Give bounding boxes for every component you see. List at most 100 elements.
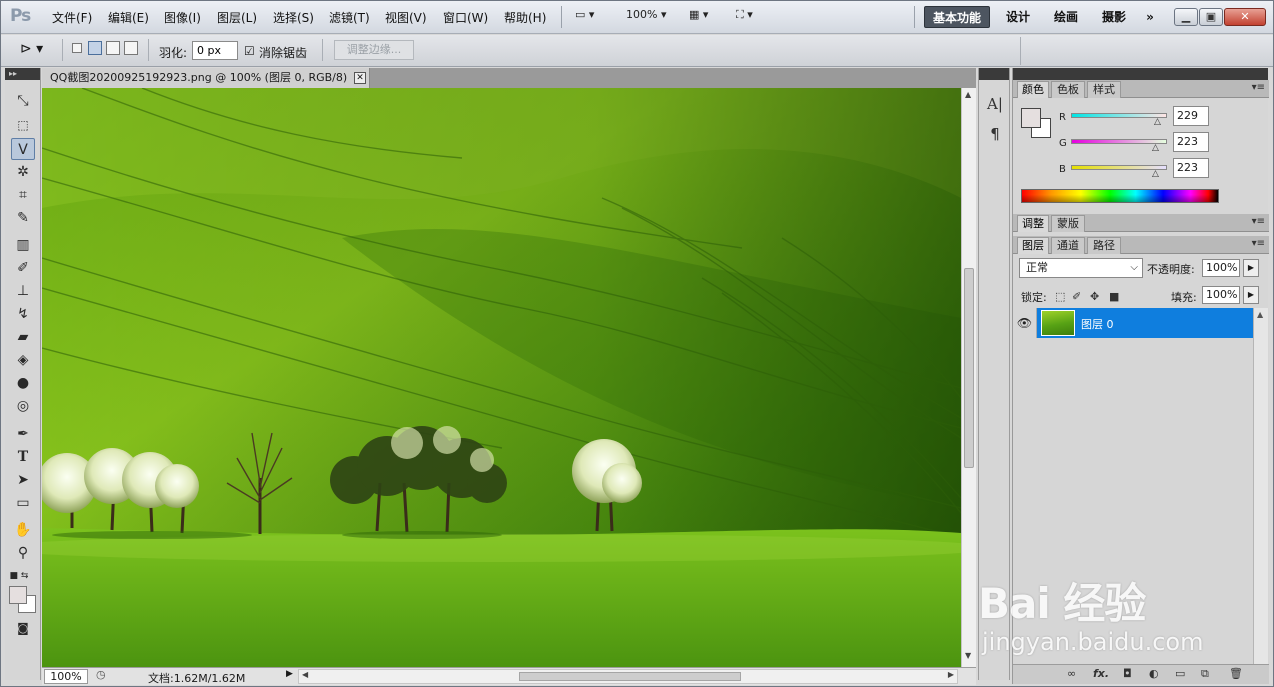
panel-menu-icon[interactable]: ▾≡ [1252,216,1265,227]
tab-channels[interactable]: 通道 [1051,237,1085,254]
tool-preset-picker-icon[interactable]: ⊳ ▾ [20,41,43,57]
screen-mode-button[interactable]: ▭ ▾ [575,8,594,21]
close-document-icon[interactable]: ✕ [354,72,366,84]
panel-menu-icon[interactable]: ▾≡ [1252,82,1265,93]
channel-r-knob-icon[interactable]: △ [1154,117,1161,127]
subtract-from-selection-icon[interactable] [106,41,120,55]
close-window-icon[interactable]: ✕ [1224,8,1266,26]
channel-b-knob-icon[interactable]: △ [1152,169,1159,179]
pen-tool-icon[interactable]: ✒ [11,423,35,445]
fill-field[interactable]: 100% [1202,286,1240,304]
channel-g-value[interactable]: 223 [1173,132,1209,152]
group-icon[interactable]: ▭ [1175,667,1185,680]
menu-edit[interactable]: 编辑(E) [108,9,149,26]
refine-edge-button[interactable]: 调整边缘... [334,40,414,60]
blend-mode-select[interactable]: 正常 ⌵ [1019,258,1143,278]
status-clock-icon[interactable]: ◷ [96,668,106,681]
tab-masks[interactable]: 蒙版 [1051,215,1085,232]
trash-icon[interactable]: 🗑 [1229,667,1243,680]
new-layer-icon[interactable]: ⧉ [1201,667,1209,681]
paragraph-panel-icon[interactable]: ¶ [985,124,1005,144]
magic-wand-tool-icon[interactable]: ✲ [11,161,35,183]
document-tab[interactable]: QQ截图20200925192923.png @ 100% (图层 0, RGB… [42,68,370,88]
horizontal-scroll-thumb[interactable] [519,672,741,681]
channel-g-knob-icon[interactable]: △ [1152,143,1159,153]
dodge-tool-icon[interactable]: ◎ [11,395,35,417]
zoom-tool-icon[interactable]: ⚲ [11,542,35,564]
zoom-level-select[interactable]: 100% ▾ [626,8,666,21]
path-selection-tool-icon[interactable]: ➤ [11,469,35,491]
tab-styles[interactable]: 样式 [1087,81,1121,98]
blur-tool-icon[interactable]: ● [11,372,35,394]
status-menu-arrow-icon[interactable]: ▶ [286,669,293,679]
brush-tool-icon[interactable]: ✐ [11,257,35,279]
feather-input[interactable] [192,41,238,60]
history-brush-tool-icon[interactable]: ↯ [11,303,35,325]
layer-visibility-eye-icon[interactable]: 👁 [1013,308,1037,338]
tab-layers[interactable]: 图层 [1017,237,1049,254]
menu-image[interactable]: 图像(I) [164,9,201,26]
paint-bucket-tool-icon[interactable]: ◈ [11,349,35,371]
panel-menu-icon[interactable]: ▾≡ [1252,238,1265,249]
lock-position-icon[interactable]: ✥ [1090,290,1099,303]
healing-brush-tool-icon[interactable]: ▥ [11,234,35,256]
arrange-documents-button[interactable]: ▦ ▾ [689,8,708,21]
antialias-checkbox[interactable]: ☑ [244,44,255,58]
menu-file[interactable]: 文件(F) [52,9,92,26]
eyedropper-tool-icon[interactable]: ✎ [11,207,35,229]
default-colors-icon[interactable]: ■ ⇆ [7,565,31,587]
tab-adjustments[interactable]: 调整 [1017,215,1049,232]
tab-color[interactable]: 颜色 [1017,81,1049,98]
menu-select[interactable]: 选择(S) [273,9,314,26]
opacity-slider-arrow-icon[interactable]: ▶ [1243,259,1259,277]
layers-scrollbar[interactable]: ▲ [1253,308,1268,664]
move-tool-icon[interactable]: ⤡ [11,90,35,112]
scroll-down-icon[interactable]: ▼ [965,651,971,660]
channel-r-slider[interactable] [1071,113,1167,118]
type-tool-icon[interactable]: T [11,446,35,468]
scroll-up-icon[interactable]: ▲ [965,90,971,99]
workspace-photography[interactable]: 摄影 [1095,6,1133,28]
color-foreground-swatch[interactable] [1021,108,1041,128]
quick-mask-icon[interactable]: ◙ [11,617,35,639]
layer-row[interactable]: 👁 图层 0 [1013,308,1253,338]
vertical-scroll-thumb[interactable] [964,268,974,468]
eraser-tool-icon[interactable]: ▰ [11,326,35,348]
fx-icon[interactable]: fx. [1093,667,1109,680]
status-zoom-field[interactable]: 100% [44,669,88,684]
lock-all-icon[interactable]: ■ [1109,290,1119,303]
menu-help[interactable]: 帮助(H) [504,9,546,26]
tools-panel-collapse-icon[interactable]: ▸▸ [5,68,40,80]
more-workspaces-icon[interactable]: » [1140,6,1160,28]
channel-r-value[interactable]: 229 [1173,106,1209,126]
document-canvas[interactable] [42,88,961,667]
mask-icon[interactable]: ◘ [1123,667,1132,680]
tab-swatches[interactable]: 色板 [1051,81,1085,98]
maximize-icon[interactable]: ▣ [1199,8,1223,26]
hand-tool-icon[interactable]: ✋ [11,519,35,541]
link-icon[interactable]: ∞ [1067,667,1076,680]
polygonal-lasso-tool-icon[interactable]: ᐯ [11,138,35,160]
scroll-up-icon[interactable]: ▲ [1257,310,1263,319]
dock-expand-icon[interactable] [979,68,1009,80]
intersect-selection-icon[interactable] [124,41,138,55]
minimize-icon[interactable]: ▁ [1174,8,1198,26]
foreground-color-swatch[interactable] [9,586,27,604]
lock-transparent-icon[interactable]: ⬚ [1055,290,1065,303]
marquee-tool-icon[interactable]: ⬚ [11,114,35,136]
lock-image-icon[interactable]: ✐ [1072,290,1081,303]
fill-slider-arrow-icon[interactable]: ▶ [1243,286,1259,304]
character-panel-icon[interactable]: A| [985,94,1005,114]
channel-b-value[interactable]: 223 [1173,158,1209,178]
workspace-painting[interactable]: 绘画 [1047,6,1085,28]
scroll-left-icon[interactable]: ◀ [302,670,308,679]
menu-window[interactable]: 窗口(W) [443,9,488,26]
adjustment-icon[interactable]: ◐ [1149,667,1159,680]
crop-tool-icon[interactable]: ⌗ [11,184,35,206]
color-spectrum-bar[interactable] [1021,189,1219,203]
document-horizontal-scrollbar[interactable]: ◀ ▶ [298,669,958,684]
menu-filter[interactable]: 滤镜(T) [329,9,370,26]
workspace-essentials[interactable]: 基本功能 [924,6,990,28]
menu-layer[interactable]: 图层(L) [217,9,257,26]
clone-stamp-tool-icon[interactable]: ⊥ [11,280,35,302]
